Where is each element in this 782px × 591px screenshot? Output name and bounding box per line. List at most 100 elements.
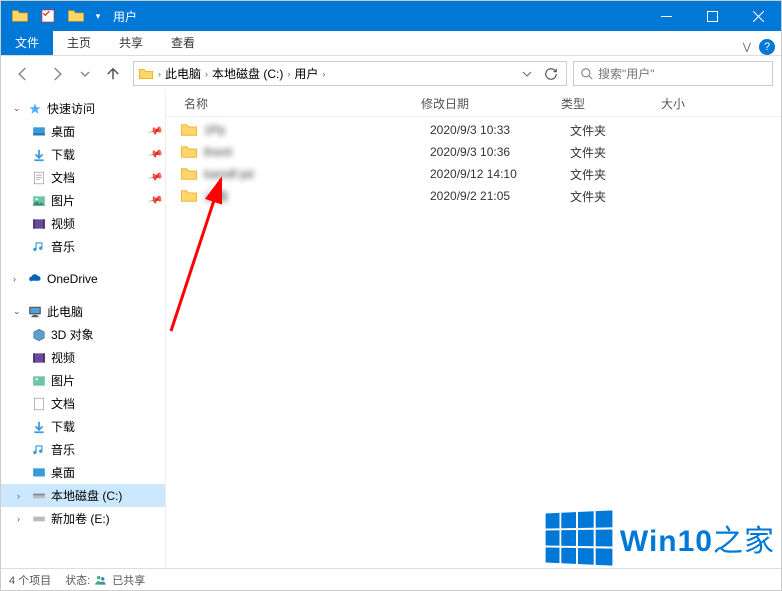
sidebar-item-videos[interactable]: 视频 — [1, 346, 165, 369]
help-icon[interactable]: ? — [759, 39, 775, 55]
sidebar-item-music[interactable]: 音乐 — [1, 235, 165, 258]
status-bar: 4 个项目 状态: 已共享 — [1, 568, 781, 590]
onedrive-header[interactable]: › OneDrive — [1, 268, 165, 290]
file-name: lhsml — [204, 145, 430, 159]
forward-button[interactable] — [43, 60, 71, 88]
chevron-right-icon[interactable]: › — [17, 514, 27, 524]
file-type: 文件夹 — [570, 144, 670, 161]
recent-dropdown-icon[interactable] — [77, 60, 93, 88]
sidebar-item-music[interactable]: 音乐 — [1, 438, 165, 461]
search-icon — [580, 67, 594, 81]
file-type: 文件夹 — [570, 166, 670, 183]
sidebar-item-documents[interactable]: 文档 — [1, 392, 165, 415]
chevron-right-icon[interactable]: › — [322, 69, 325, 79]
minimize-button[interactable] — [643, 1, 689, 31]
qat-dropdown-icon[interactable]: ▾ — [91, 1, 105, 31]
column-headers[interactable]: 名称 修改日期 类型 大小 — [166, 91, 781, 117]
tab-view[interactable]: 查看 — [157, 30, 209, 55]
file-date: 2020/9/12 14:10 — [430, 167, 570, 181]
sidebar-item-drive-e[interactable]: ›新加卷 (E:) — [1, 507, 165, 530]
sidebar-item-pictures[interactable]: 图片 — [1, 369, 165, 392]
sidebar-item-downloads[interactable]: 下载📌 — [1, 143, 165, 166]
up-button[interactable] — [99, 60, 127, 88]
address-dropdown-icon[interactable] — [516, 63, 538, 85]
quick-access-header[interactable]: ⌄ 快速访问 — [1, 97, 165, 120]
breadcrumb-segment[interactable]: 此电脑 — [165, 65, 201, 82]
pin-icon: 📌 — [147, 147, 163, 163]
file-row[interactable]: 1Pp 2020/9/3 10:33 文件夹 — [166, 119, 781, 141]
sidebar-item-downloads[interactable]: 下载 — [1, 415, 165, 438]
sidebar-item-drive-c[interactable]: ›本地磁盘 (C:) — [1, 484, 165, 507]
window-controls — [643, 1, 781, 31]
chevron-down-icon[interactable]: ⌄ — [13, 306, 23, 317]
file-date: 2020/9/3 10:33 — [430, 123, 570, 137]
win10-logo-icon — [546, 510, 613, 565]
music-icon — [31, 442, 47, 458]
breadcrumb-segment[interactable]: 本地磁盘 (C:) — [212, 65, 283, 82]
sidebar-item-3d[interactable]: 3D 对象 — [1, 323, 165, 346]
this-pc-header[interactable]: ⌄ 此电脑 — [1, 300, 165, 323]
pc-icon — [27, 304, 43, 320]
sidebar-item-desktop[interactable]: 桌面 — [1, 461, 165, 484]
file-name: kamdf pd — [204, 167, 430, 181]
back-button[interactable] — [9, 60, 37, 88]
column-date[interactable]: 修改日期 — [421, 95, 561, 112]
chevron-right-icon[interactable]: › — [287, 69, 290, 79]
address-folder-icon — [138, 66, 154, 82]
navigation-pane[interactable]: ⌄ 快速访问 桌面📌 下载📌 文档📌 图片📌 视频 音乐 › OneDrive … — [1, 91, 166, 568]
status-count: 4 个项目 — [9, 572, 51, 588]
close-button[interactable] — [735, 1, 781, 31]
chevron-down-icon[interactable]: ⌄ — [13, 103, 23, 114]
qat-properties-icon[interactable] — [35, 1, 61, 31]
folder-icon — [180, 165, 198, 183]
download-icon — [31, 147, 47, 163]
picture-icon — [31, 193, 47, 209]
sidebar-item-videos[interactable]: 视频 — [1, 212, 165, 235]
navigation-toolbar: › 此电脑 › 本地磁盘 (C:) › 用户 › — [1, 56, 781, 91]
file-row[interactable]: kamdf pd 2020/9/12 14:10 文件夹 — [166, 163, 781, 185]
column-type[interactable]: 类型 — [561, 95, 661, 112]
file-name: 1Pp — [204, 123, 430, 137]
tab-share[interactable]: 共享 — [105, 30, 157, 55]
search-input[interactable] — [598, 67, 766, 81]
music-icon — [31, 239, 47, 255]
file-type: 文件夹 — [570, 122, 670, 139]
folder-icon — [180, 121, 198, 139]
sidebar-item-desktop[interactable]: 桌面📌 — [1, 120, 165, 143]
sidebar-item-pictures[interactable]: 图片📌 — [1, 189, 165, 212]
maximize-button[interactable] — [689, 1, 735, 31]
desktop-icon — [31, 465, 47, 481]
breadcrumb-segment[interactable]: 用户 — [294, 65, 318, 82]
search-box[interactable] — [573, 61, 773, 86]
qat-share-folder-icon[interactable] — [63, 1, 89, 31]
pin-icon: 📌 — [147, 170, 163, 186]
chevron-right-icon[interactable]: › — [17, 491, 27, 501]
drive-icon — [31, 488, 47, 504]
refresh-icon[interactable] — [540, 63, 562, 85]
address-bar[interactable]: › 此电脑 › 本地磁盘 (C:) › 用户 › — [133, 61, 567, 86]
watermark: Win10之家 — [542, 512, 775, 564]
3d-icon — [31, 327, 47, 343]
content-pane: 名称 修改日期 类型 大小 1Pp 2020/9/3 10:33 文件夹 lhs… — [166, 91, 781, 568]
desktop-icon — [31, 124, 47, 140]
pin-icon: 📌 — [147, 124, 163, 140]
ribbon-tabs: 文件 主页 共享 查看 ⋁ ? — [1, 31, 781, 56]
file-name: 公用 — [204, 188, 430, 205]
document-icon — [31, 170, 47, 186]
chevron-right-icon[interactable]: › — [13, 274, 23, 284]
file-row[interactable]: lhsml 2020/9/3 10:36 文件夹 — [166, 141, 781, 163]
sidebar-item-documents[interactable]: 文档📌 — [1, 166, 165, 189]
chevron-right-icon[interactable]: › — [158, 69, 161, 79]
onedrive-icon — [27, 271, 43, 287]
file-tab[interactable]: 文件 — [1, 30, 53, 55]
column-name[interactable]: 名称 — [166, 95, 421, 112]
tab-home[interactable]: 主页 — [53, 30, 105, 55]
ribbon-expand-icon[interactable]: ⋁ — [743, 42, 751, 53]
picture-icon — [31, 373, 47, 389]
file-type: 文件夹 — [570, 188, 670, 205]
chevron-right-icon[interactable]: › — [205, 69, 208, 79]
file-list: 1Pp 2020/9/3 10:33 文件夹 lhsml 2020/9/3 10… — [166, 117, 781, 209]
share-users-icon — [94, 573, 108, 587]
column-size[interactable]: 大小 — [661, 95, 721, 112]
file-row[interactable]: 公用 2020/9/2 21:05 文件夹 — [166, 185, 781, 207]
